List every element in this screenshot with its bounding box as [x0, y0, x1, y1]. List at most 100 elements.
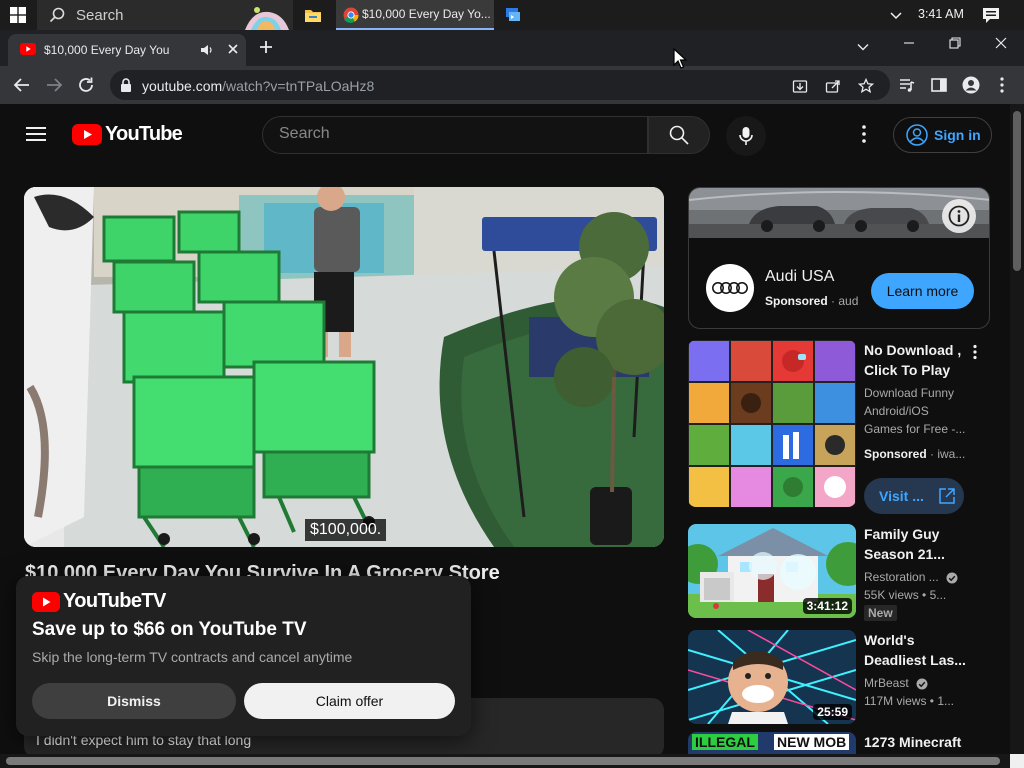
browser-tab-strip: $10,000 Every Day You Survive In A Groce… [0, 30, 1024, 66]
upload-age: 1... [937, 694, 955, 708]
ad-domain: aud [838, 294, 859, 308]
taskbar-chrome-task[interactable]: $10,000 Every Day Yo... [336, 0, 494, 30]
recommendation-item[interactable]: 3:41:12 Family Guy Season 21... Restorat… [688, 524, 988, 621]
back-icon[interactable] [13, 76, 31, 94]
chevron-down-icon[interactable] [856, 40, 870, 54]
recommendation-title[interactable]: Family Guy Season 21... [864, 524, 969, 564]
video-frame [24, 187, 664, 547]
tab-title: $10,000 Every Day You Survive In A Groce… [44, 43, 172, 57]
youtube-logo[interactable]: YouTube [72, 123, 183, 146]
recommendation-title[interactable]: No Download , Click To Play [864, 340, 969, 380]
youtube-favicon-icon [20, 43, 36, 55]
youtube-header: YouTube Sign in [0, 104, 1010, 166]
windows-taskbar: Search $10,000 Every Day Yo... 3:41 AM [0, 0, 1024, 30]
recommendation-item[interactable]: 25:59 World's Deadliest Las... MrBeast 1… [688, 630, 988, 724]
kebab-menu-icon[interactable] [971, 344, 979, 360]
tab-youtube-video[interactable]: $10,000 Every Day You Survive In A Groce… [8, 34, 246, 66]
recommendation-item[interactable]: ILLEGAL NEW MOB 1273 Minecraft [688, 732, 988, 754]
visit-site-button[interactable]: Visit ... [864, 478, 964, 514]
taskbar-search-label: Search [76, 7, 124, 24]
youtube-play-logo-icon [72, 124, 102, 145]
video-caption: $100,000. [305, 519, 387, 541]
advertiser-logo[interactable] [706, 264, 754, 312]
browser-toolbar: youtube.com/watch?v=tnTPaLOaHz8 [0, 66, 1024, 104]
recommendation-title[interactable]: World's Deadliest Las... [864, 630, 969, 670]
url-text: youtube.com/watch?v=tnTPaLOaHz8 [142, 78, 374, 94]
horizontal-scrollbar-thumb[interactable] [6, 757, 1000, 765]
vertical-scrollbar-thumb[interactable] [1013, 111, 1021, 271]
account-circle-icon [906, 124, 928, 146]
ad-info-button[interactable] [942, 199, 976, 233]
recommendation-thumbnail[interactable] [688, 340, 856, 507]
thumb-text-new-mob: NEW MOB [774, 734, 850, 750]
chrome-task-label: $10,000 Every Day Yo... [362, 7, 491, 21]
forward-icon[interactable] [45, 76, 63, 94]
sign-in-label: Sign in [934, 127, 981, 143]
url-path: /watch?v=tnTPaLOaHz8 [222, 78, 375, 94]
address-bar[interactable]: youtube.com/watch?v=tnTPaLOaHz8 [110, 70, 890, 100]
promo-subtext: Skip the long-term TV contracts and canc… [32, 649, 353, 665]
chrome-icon [343, 7, 359, 23]
youtube-logo-text: YouTube [105, 123, 183, 145]
sponsored-label: Sponsored [864, 447, 927, 461]
verified-check-icon [916, 678, 928, 690]
video-player[interactable] [24, 187, 664, 547]
recommendation-stats: 117M views • 1... [864, 694, 955, 708]
sponsored-ad-card[interactable]: Audi USA Sponsored · aud Learn more [688, 187, 990, 329]
minimize-icon[interactable] [902, 36, 916, 50]
youtube-search-button[interactable] [648, 116, 710, 154]
claim-offer-button[interactable]: Claim offer [244, 683, 455, 719]
taskbar-file-explorer[interactable] [300, 2, 326, 28]
notification-icon[interactable] [982, 6, 1000, 24]
close-window-icon[interactable] [994, 36, 1008, 50]
recommendation-thumbnail[interactable]: 3:41:12 [688, 524, 856, 618]
recommendation-stats: 55K views • 5... [864, 588, 947, 602]
recommendation-channel[interactable]: Restoration ... [864, 570, 958, 584]
external-link-icon [939, 488, 955, 504]
taskbar-clock[interactable]: 3:41 AM [918, 7, 964, 21]
info-icon [948, 205, 970, 227]
speaker-icon[interactable] [200, 43, 214, 57]
taskbar-search-box[interactable]: Search [37, 0, 293, 30]
plus-icon[interactable] [258, 39, 274, 55]
recommendation-title[interactable]: 1273 Minecraft [864, 732, 984, 752]
app-grid-thumbnail [688, 340, 856, 507]
voice-search-button[interactable] [726, 116, 766, 156]
dismiss-button[interactable]: Dismiss [32, 683, 236, 719]
sponsored-recommendation[interactable]: No Download , Click To Play Download Fun… [688, 340, 988, 515]
upload-age: 5... [929, 588, 947, 602]
start-button[interactable] [0, 0, 36, 30]
lock-icon[interactable] [120, 78, 132, 92]
ad-meta: Sponsored · aud [765, 294, 859, 308]
audi-rings-icon [712, 282, 748, 294]
restore-icon[interactable] [948, 36, 962, 50]
recommendation-thumbnail[interactable]: 25:59 [688, 630, 856, 724]
recommendation-advertiser: iwa... [937, 447, 966, 461]
media-control-icon[interactable] [898, 76, 916, 94]
kebab-menu-icon[interactable] [995, 76, 1009, 94]
search-icon [49, 7, 65, 23]
chevron-up-icon[interactable] [888, 7, 904, 23]
taskbar-remote-desktop[interactable] [502, 4, 524, 26]
youtube-search-input[interactable] [279, 125, 619, 143]
close-icon[interactable] [226, 42, 240, 56]
recommendation-meta: Sponsored · iwa... [864, 447, 966, 461]
file-explorer-icon [305, 10, 321, 22]
recommendation-thumbnail[interactable]: ILLEGAL NEW MOB [688, 732, 856, 754]
view-count: 117M views [864, 694, 927, 708]
advertiser-name: Audi USA [765, 268, 835, 285]
promo-headline: Save up to $66 on YouTube TV [32, 619, 307, 640]
thumb-text-illegal: ILLEGAL [692, 734, 758, 750]
sign-in-button[interactable]: Sign in [893, 117, 992, 153]
recommendation-channel[interactable]: MrBeast [864, 676, 928, 690]
hamburger-menu-icon[interactable] [26, 126, 46, 142]
star-icon[interactable] [858, 78, 874, 94]
reload-icon[interactable] [77, 76, 95, 94]
share-icon[interactable] [825, 78, 841, 94]
learn-more-button[interactable]: Learn more [871, 273, 974, 309]
youtube-search-box[interactable] [262, 116, 648, 154]
profile-icon[interactable] [962, 76, 980, 94]
install-icon[interactable] [792, 78, 808, 94]
kebab-menu-icon[interactable] [856, 124, 872, 144]
side-panel-icon[interactable] [930, 76, 948, 94]
